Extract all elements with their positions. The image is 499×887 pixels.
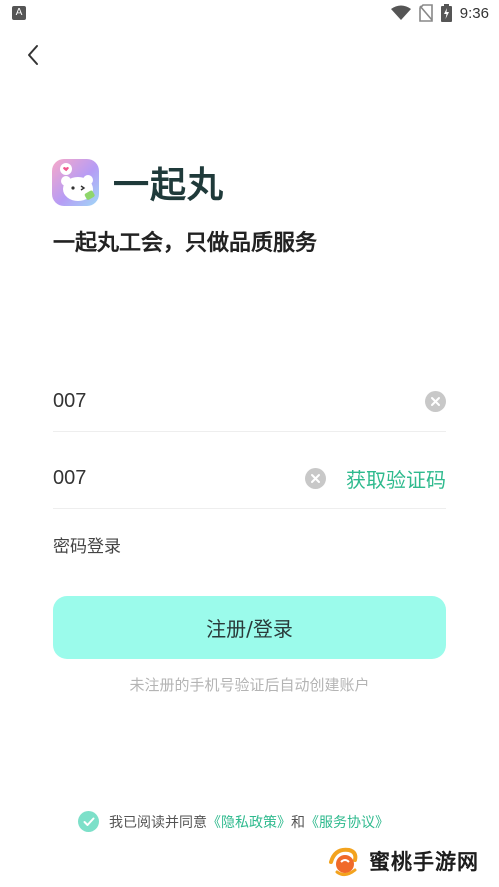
no-sim-icon xyxy=(418,4,433,22)
watermark-logo-icon xyxy=(325,842,363,880)
verification-code-field[interactable]: 007 获取验证码 xyxy=(53,449,446,509)
password-login-link[interactable]: 密码登录 xyxy=(53,532,121,557)
verification-code-input[interactable]: 007 xyxy=(53,467,305,490)
back-button[interactable] xyxy=(18,40,48,70)
agreement-conjunction: 和 xyxy=(291,814,305,831)
status-time: 9:36 xyxy=(459,4,489,22)
status-icons: 9:36 xyxy=(390,4,489,22)
status-bar: A 9:36 xyxy=(0,0,499,28)
clear-code-icon[interactable] xyxy=(305,468,326,489)
wifi-icon xyxy=(390,5,411,20)
app-name: 一起丸 xyxy=(113,165,225,206)
notification-a-icon: A xyxy=(12,6,26,20)
watermark-text: 蜜桃手游网 xyxy=(369,850,479,874)
chevron-left-icon xyxy=(28,45,38,65)
agreement-checkbox[interactable] xyxy=(78,811,99,832)
get-code-button[interactable]: 获取验证码 xyxy=(346,464,446,493)
slogan: 一起丸工会，只做品质服务 xyxy=(53,231,318,256)
brand-row: 一起丸 xyxy=(52,156,224,208)
agreement-row: 我已阅读并同意 《隐私政策》 和 《服务协议》 xyxy=(78,811,389,832)
agreement-prefix: 我已阅读并同意 xyxy=(109,814,207,831)
clear-phone-icon[interactable] xyxy=(425,391,446,412)
phone-input[interactable]: 007 xyxy=(53,390,425,413)
register-login-button[interactable]: 注册/登录 xyxy=(53,596,446,659)
battery-charging-icon xyxy=(440,4,452,22)
check-icon xyxy=(83,817,94,826)
mascot-icon xyxy=(60,162,95,201)
privacy-policy-link[interactable]: 《隐私政策》 xyxy=(207,812,291,832)
auto-register-hint: 未注册的手机号验证后自动创建账户 xyxy=(129,676,370,694)
app-logo xyxy=(52,158,99,206)
service-agreement-link[interactable]: 《服务协议》 xyxy=(305,812,389,832)
watermark: 蜜桃手游网 xyxy=(325,842,479,880)
phone-field[interactable]: 007 xyxy=(53,372,446,432)
